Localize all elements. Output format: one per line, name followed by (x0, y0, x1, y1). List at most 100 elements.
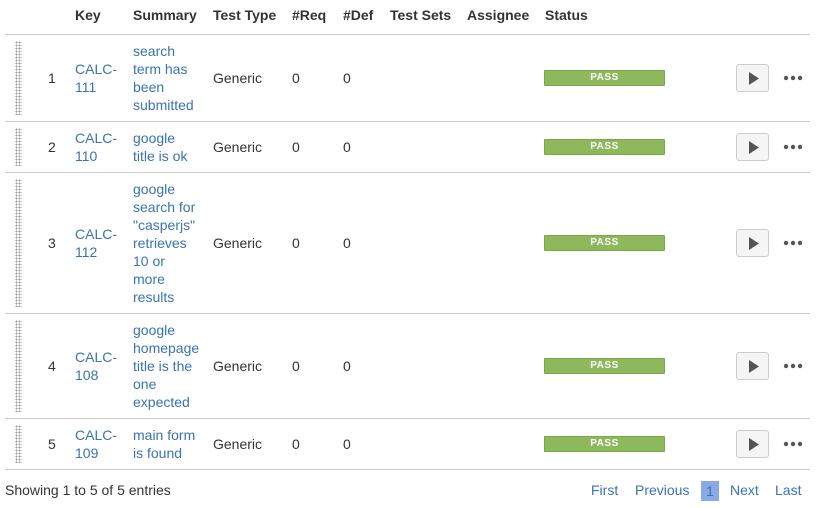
issue-key-link-line: CALC- (75, 130, 118, 146)
def-count: 0 (343, 436, 351, 452)
row-number: 4 (48, 358, 56, 374)
pagination-last[interactable]: Last (775, 482, 801, 498)
entries-info: Showing 1 to 5 of 5 entries (5, 482, 171, 498)
test-type: Generic (213, 436, 263, 452)
def-count: 0 (343, 358, 351, 374)
issue-key-link[interactable]: CALC- 112 (75, 225, 125, 261)
summary-link-line: title is ok (133, 148, 188, 164)
summary-link[interactable]: google title is ok (133, 129, 198, 165)
issue-key-link-line: CALC- (75, 61, 118, 77)
summary-link-line: homepage (133, 340, 200, 356)
summary-link-line: term has (133, 61, 188, 77)
drag-handle-icon[interactable] (15, 41, 22, 115)
pagination-page-1[interactable]: 1 (701, 481, 719, 501)
summary-link-line: search for (133, 199, 196, 215)
play-icon (749, 141, 759, 154)
run-test-button[interactable] (736, 133, 769, 161)
issue-key-link-line: 110 (75, 148, 98, 164)
status-badge: PASS (544, 436, 665, 452)
req-count: 0 (292, 358, 300, 374)
table-row[interactable]: 1 CALC- 111 search term has been submitted Gene… (0, 35, 830, 121)
more-options-icon[interactable] (783, 141, 803, 153)
summary-link-line: expected (133, 394, 190, 410)
summary-link-line: submitted (133, 97, 194, 113)
test-type: Generic (213, 235, 263, 251)
drag-handle-icon[interactable] (15, 425, 22, 463)
issue-key-link[interactable]: CALC- 108 (75, 348, 125, 384)
summary-link[interactable]: google homepage title is the one expected (133, 321, 200, 411)
row-number: 2 (48, 139, 56, 155)
row-number: 5 (48, 436, 56, 452)
drag-handle-icon[interactable] (15, 128, 22, 166)
row-number: 3 (48, 235, 56, 251)
summary-link-line: been (133, 79, 165, 95)
summary-link-line: google (133, 181, 176, 197)
run-test-button[interactable] (736, 64, 769, 92)
summary-link-line: main form (133, 427, 196, 443)
summary-link[interactable]: main form is found (133, 426, 198, 462)
issue-key-link-line: CALC- (75, 226, 118, 242)
issue-key-link[interactable]: CALC- 109 (75, 426, 125, 462)
run-test-button[interactable] (736, 352, 769, 380)
more-options-icon[interactable] (783, 438, 803, 450)
issue-key-link[interactable]: CALC- 110 (75, 129, 125, 165)
column-header-def[interactable]: #Def (343, 7, 373, 23)
summary-link-line: title is the (133, 358, 193, 374)
def-count: 0 (343, 139, 351, 155)
column-header-key[interactable]: Key (75, 7, 101, 23)
run-test-button[interactable] (736, 430, 769, 458)
column-header-assignee[interactable]: Assignee (467, 7, 529, 23)
summary-link-line: more (133, 271, 165, 287)
issue-key-link[interactable]: CALC- 111 (75, 60, 125, 96)
table-row[interactable]: 2 CALC- 110 google title is ok Generic 0 0 PASS (0, 122, 830, 172)
row-divider (5, 469, 810, 470)
summary-link-line: results (133, 289, 175, 305)
play-icon (749, 237, 759, 250)
issue-key-link-line: 108 (75, 367, 99, 383)
more-options-icon[interactable] (783, 360, 803, 372)
summary-link-line: google (133, 322, 176, 338)
def-count: 0 (343, 235, 351, 251)
summary-link[interactable]: search term has been submitted (133, 42, 198, 114)
req-count: 0 (292, 436, 300, 452)
summary-link-line: google (133, 130, 176, 146)
column-header-test-sets[interactable]: Test Sets (390, 7, 451, 23)
table-header: Key Summary Test Type #Req #Def Test Set… (0, 0, 830, 34)
summary-link[interactable]: google search for "casperjs" retrieves 10 or… (133, 180, 198, 306)
status-badge: PASS (544, 70, 665, 86)
run-test-button[interactable] (736, 229, 769, 257)
summary-link-line: 10 or (133, 253, 165, 269)
drag-handle-icon[interactable] (15, 179, 22, 307)
issue-key-link-line: 111 (75, 79, 97, 95)
more-options-icon[interactable] (783, 72, 803, 84)
table-row[interactable]: 4 CALC- 108 google homepage title is the one ex… (0, 314, 830, 418)
column-header-req[interactable]: #Req (292, 7, 326, 23)
more-options-icon[interactable] (783, 237, 803, 249)
issue-key-link-line: CALC- (75, 349, 118, 365)
table-row[interactable]: 5 CALC- 109 main form is found Generic 0 0 PASS (0, 419, 830, 469)
req-count: 0 (292, 139, 300, 155)
status-badge: PASS (544, 235, 665, 251)
drag-handle-icon[interactable] (15, 320, 22, 412)
test-type: Generic (213, 358, 263, 374)
issue-key-link-line: 112 (75, 244, 98, 260)
column-header-summary[interactable]: Summary (133, 7, 197, 23)
pagination-previous[interactable]: Previous (635, 482, 689, 498)
issue-key-link-line: 109 (75, 445, 99, 461)
play-icon (749, 360, 759, 373)
summary-link-line: is found (133, 445, 183, 461)
pagination-next[interactable]: Next (730, 482, 759, 498)
summary-link-line: search (133, 43, 176, 59)
summary-link-line: one (133, 376, 157, 392)
summary-link-line: retrieves (133, 235, 187, 251)
test-type: Generic (213, 70, 263, 86)
req-count: 0 (292, 235, 300, 251)
def-count: 0 (343, 70, 351, 86)
column-header-test-type[interactable]: Test Type (213, 7, 276, 23)
table-row[interactable]: 3 CALC- 112 google search for "casperjs" retri… (0, 173, 830, 313)
status-badge: PASS (544, 358, 665, 374)
play-icon (749, 72, 759, 85)
test-type: Generic (213, 139, 263, 155)
pagination-first[interactable]: First (591, 482, 618, 498)
column-header-status[interactable]: Status (545, 7, 588, 23)
